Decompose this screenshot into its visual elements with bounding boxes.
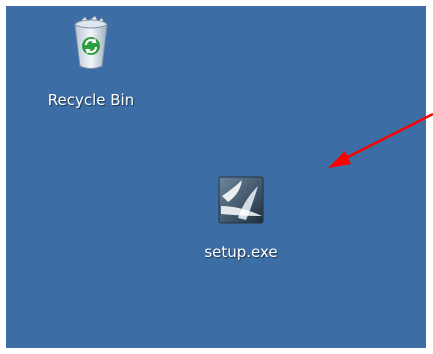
desktop-icon-recycle-bin[interactable]: Recycle Bin: [26, 15, 156, 109]
setup-exe-icon: [218, 176, 264, 229]
recycle-bin-icon: [71, 15, 111, 77]
desktop[interactable]: Recycle Bin setup.exe: [6, 6, 426, 348]
desktop-icon-label: setup.exe: [204, 243, 278, 261]
desktop-icon-setup-exe[interactable]: setup.exe: [176, 176, 306, 261]
desktop-icon-label: Recycle Bin: [47, 91, 135, 109]
